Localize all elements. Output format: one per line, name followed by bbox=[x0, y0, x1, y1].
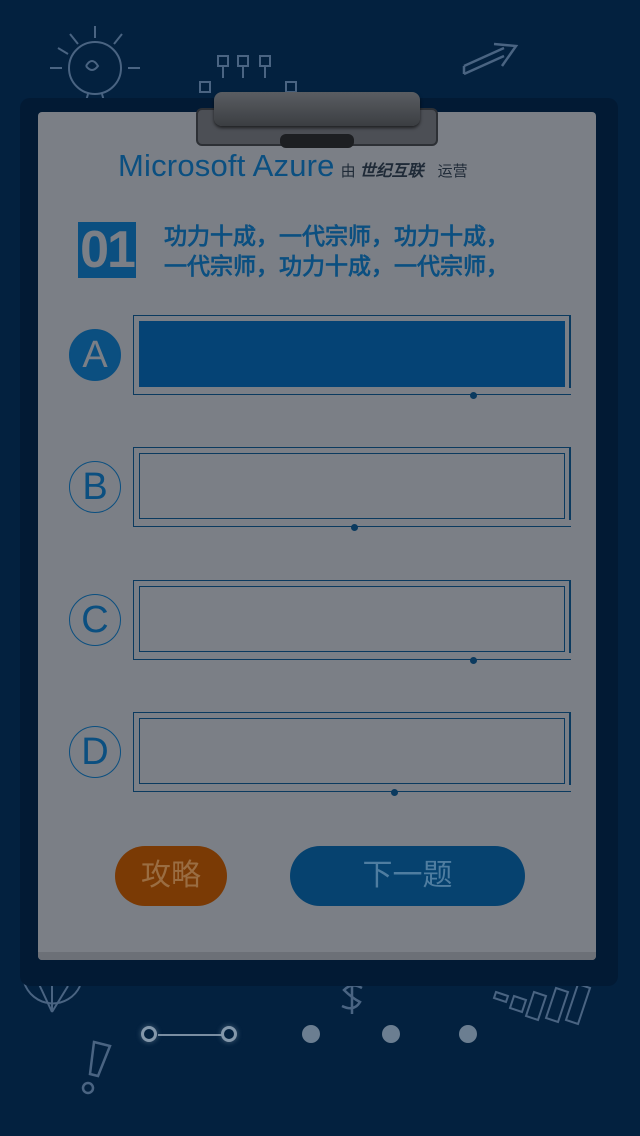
option-a-dot bbox=[470, 392, 477, 399]
pager-step-3[interactable] bbox=[302, 1025, 320, 1043]
question-text: 功力十成，一代宗师，功力十成， 一代宗师，功力十成，一代宗师， bbox=[164, 222, 544, 282]
option-b-letter[interactable]: B bbox=[69, 461, 121, 513]
option-d-letter[interactable]: D bbox=[69, 726, 121, 778]
option-c-dot bbox=[470, 657, 477, 664]
option-c-letter[interactable]: C bbox=[69, 594, 121, 646]
option-b-box[interactable] bbox=[139, 453, 565, 519]
option-d-dot bbox=[391, 789, 398, 796]
pager-progress-link bbox=[158, 1034, 228, 1036]
brand-name: Microsoft Azure bbox=[118, 148, 335, 183]
pager-step-1[interactable] bbox=[141, 1026, 157, 1042]
pager-step-2-current[interactable] bbox=[221, 1026, 237, 1042]
hint-button[interactable]: 攻略 bbox=[115, 846, 227, 906]
question-number: 01 bbox=[78, 222, 136, 278]
brand-operated: 运营 bbox=[437, 162, 468, 180]
brand-by: 由 bbox=[340, 162, 356, 180]
next-question-button[interactable]: 下一题 bbox=[290, 846, 525, 906]
pager-step-5[interactable] bbox=[459, 1025, 477, 1043]
question-line-1: 功力十成，一代宗师，功力十成， bbox=[164, 224, 509, 250]
option-d-box[interactable] bbox=[139, 718, 565, 784]
arrow-doodle-icon bbox=[462, 42, 519, 76]
option-c-box[interactable] bbox=[139, 586, 565, 652]
option-a-box[interactable] bbox=[139, 321, 565, 387]
lightbulb-doodle-icon bbox=[50, 26, 140, 109]
pager-step-4[interactable] bbox=[382, 1025, 400, 1043]
option-a-letter[interactable]: A bbox=[69, 329, 121, 381]
question-line-2: 一代宗师，功力十成，一代宗师， bbox=[164, 254, 509, 280]
card-bottom-shade bbox=[38, 952, 596, 960]
brand-logo: Microsoft Azure 由 世纪互联 运营 bbox=[118, 148, 468, 188]
clip-top bbox=[214, 92, 420, 126]
option-b-dot bbox=[351, 524, 358, 531]
exclamation-doodle-icon bbox=[81, 1040, 112, 1095]
clip-tab bbox=[280, 134, 354, 148]
brand-partner: 世纪互联 bbox=[359, 161, 424, 180]
